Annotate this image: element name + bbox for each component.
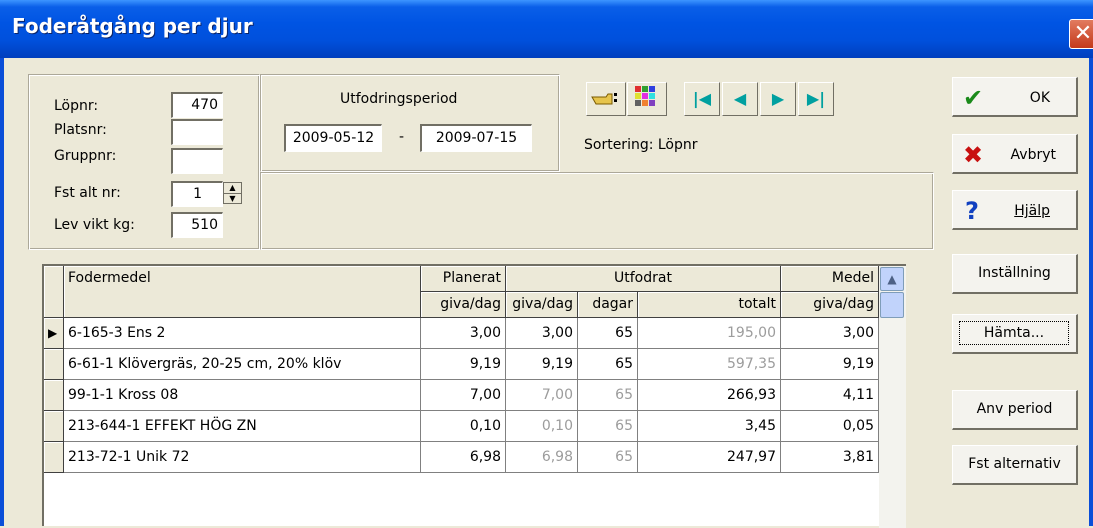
cancel-label: Avbryt: [1010, 147, 1056, 163]
table-cell-totalt[interactable]: 266,93: [638, 380, 781, 411]
row-indicator[interactable]: [44, 442, 64, 473]
table-cell-totalt[interactable]: 195,00: [638, 318, 781, 349]
table-cell-giva[interactable]: 9,19: [506, 349, 578, 380]
sorting-label: Sortering: Löpnr: [584, 137, 698, 153]
header-utfodrat-giva[interactable]: giva/dag: [506, 292, 578, 318]
window-frame-left: [0, 58, 4, 526]
table-cell-medel[interactable]: 3,00: [781, 318, 879, 349]
period-from-field[interactable]: 2009-05-12: [284, 124, 382, 152]
table-cell-totalt[interactable]: 247,97: [638, 442, 781, 473]
cancel-button[interactable]: ✖ Avbryt: [952, 134, 1078, 174]
table-cell-name[interactable]: 6-165-3 Ens 2: [64, 318, 421, 349]
fetch-button[interactable]: Hämta...: [952, 314, 1078, 354]
table-cell-planerat[interactable]: 6,98: [421, 442, 506, 473]
period-to-field[interactable]: 2009-07-15: [420, 124, 532, 152]
table-cell-name[interactable]: 99-1-1 Kross 08: [64, 380, 421, 411]
window-frame-right: [1089, 58, 1093, 526]
row-indicator[interactable]: [44, 411, 64, 442]
table-cell-totalt[interactable]: 3,45: [638, 411, 781, 442]
header-dagar[interactable]: dagar: [578, 292, 638, 318]
table-cell-planerat[interactable]: 0,10: [421, 411, 506, 442]
scroll-up-icon[interactable]: ▲: [880, 267, 904, 291]
previous-record-button[interactable]: ◀: [722, 82, 758, 116]
header-totalt[interactable]: totalt: [638, 292, 781, 318]
header-planerat[interactable]: Planerat: [421, 266, 506, 292]
header-fodermedel[interactable]: Fodermedel: [64, 266, 421, 318]
table-cell-medel[interactable]: 4,11: [781, 380, 879, 411]
question-icon: ?: [965, 197, 979, 225]
table-cell-medel[interactable]: 3,81: [781, 442, 879, 473]
next-record-button[interactable]: ▶: [760, 82, 796, 116]
stepper-up-icon[interactable]: ▲: [224, 183, 241, 194]
row-indicator[interactable]: [44, 380, 64, 411]
table-cell-planerat[interactable]: 3,00: [421, 318, 506, 349]
table-cell-dagar[interactable]: 65: [578, 411, 638, 442]
gruppnr-field[interactable]: [171, 148, 223, 174]
table-cell-name[interactable]: 213-72-1 Unik 72: [64, 442, 421, 473]
help-button[interactable]: ? Hjälp: [952, 190, 1078, 230]
row-indicator[interactable]: [44, 349, 64, 380]
ok-button[interactable]: ✔ OK: [952, 77, 1078, 117]
platsnr-field[interactable]: [171, 119, 223, 145]
fst-alt-field[interactable]: 1: [171, 181, 223, 207]
header-planerat-giva[interactable]: giva/dag: [421, 292, 506, 318]
window-title: Foderåtgång per djur: [12, 14, 253, 38]
levvikt-label: Lev vikt kg:: [54, 217, 135, 233]
stepper-down-icon[interactable]: ▼: [224, 194, 241, 204]
table-cell-giva[interactable]: 3,00: [506, 318, 578, 349]
lopnr-field[interactable]: 470: [171, 92, 223, 118]
use-period-button[interactable]: Anv period: [952, 390, 1078, 430]
period-group: [260, 74, 560, 172]
select-pointer-icon[interactable]: [586, 82, 626, 116]
fst-alternative-button[interactable]: Fst alternativ: [952, 445, 1078, 485]
settings-button[interactable]: Inställning: [952, 254, 1078, 294]
table-cell-giva[interactable]: 0,10: [506, 411, 578, 442]
color-palette-icon[interactable]: [627, 82, 667, 116]
header-medel-giva[interactable]: giva/dag: [781, 292, 879, 318]
x-icon: ✖: [963, 141, 984, 169]
table-cell-giva[interactable]: 6,98: [506, 442, 578, 473]
platsnr-label: Platsnr:: [54, 122, 107, 138]
levvikt-field[interactable]: 510: [171, 212, 223, 238]
row-indicator[interactable]: ▶: [44, 318, 64, 349]
fst-alt-stepper[interactable]: ▲ ▼: [223, 182, 242, 204]
checkmark-icon: ✔: [963, 84, 984, 112]
fetch-label: Hämta...: [959, 321, 1069, 345]
table-cell-dagar[interactable]: 65: [578, 380, 638, 411]
info-panel: [260, 172, 934, 250]
period-label: Utfodringsperiod: [340, 91, 458, 107]
period-separator: -: [399, 129, 405, 145]
table-cell-name[interactable]: 6-61-1 Klövergräs, 20-25 cm, 20% klöv: [64, 349, 421, 380]
feed-table[interactable]: Fodermedel Planerat giva/dag Utfodrat gi…: [42, 264, 906, 528]
vertical-scrollbar[interactable]: ▲: [879, 266, 906, 528]
table-cell-medel[interactable]: 9,19: [781, 349, 879, 380]
scroll-thumb[interactable]: [880, 292, 904, 318]
first-record-button[interactable]: |◀: [684, 82, 720, 116]
table-cell-medel[interactable]: 0,05: [781, 411, 879, 442]
table-cell-dagar[interactable]: 65: [578, 442, 638, 473]
fst-alt-label: Fst alt nr:: [54, 185, 121, 201]
close-button[interactable]: ✕: [1069, 19, 1093, 49]
header-corner: [44, 266, 64, 318]
header-medel[interactable]: Medel: [781, 266, 879, 292]
ok-label: OK: [1029, 90, 1050, 106]
last-record-button[interactable]: ▶|: [798, 82, 834, 116]
help-label: Hjälp: [1014, 203, 1050, 219]
gruppnr-label: Gruppnr:: [54, 148, 117, 164]
table-cell-totalt[interactable]: 597,35: [638, 349, 781, 380]
table-cell-planerat[interactable]: 7,00: [421, 380, 506, 411]
header-utfodrat[interactable]: Utfodrat: [506, 266, 781, 292]
table-cell-dagar[interactable]: 65: [578, 349, 638, 380]
table-cell-giva[interactable]: 7,00: [506, 380, 578, 411]
table-cell-name[interactable]: 213-644-1 EFFEKT HÖG ZN: [64, 411, 421, 442]
table-cell-planerat[interactable]: 9,19: [421, 349, 506, 380]
lopnr-label: Löpnr:: [54, 98, 99, 114]
table-cell-dagar[interactable]: 65: [578, 318, 638, 349]
